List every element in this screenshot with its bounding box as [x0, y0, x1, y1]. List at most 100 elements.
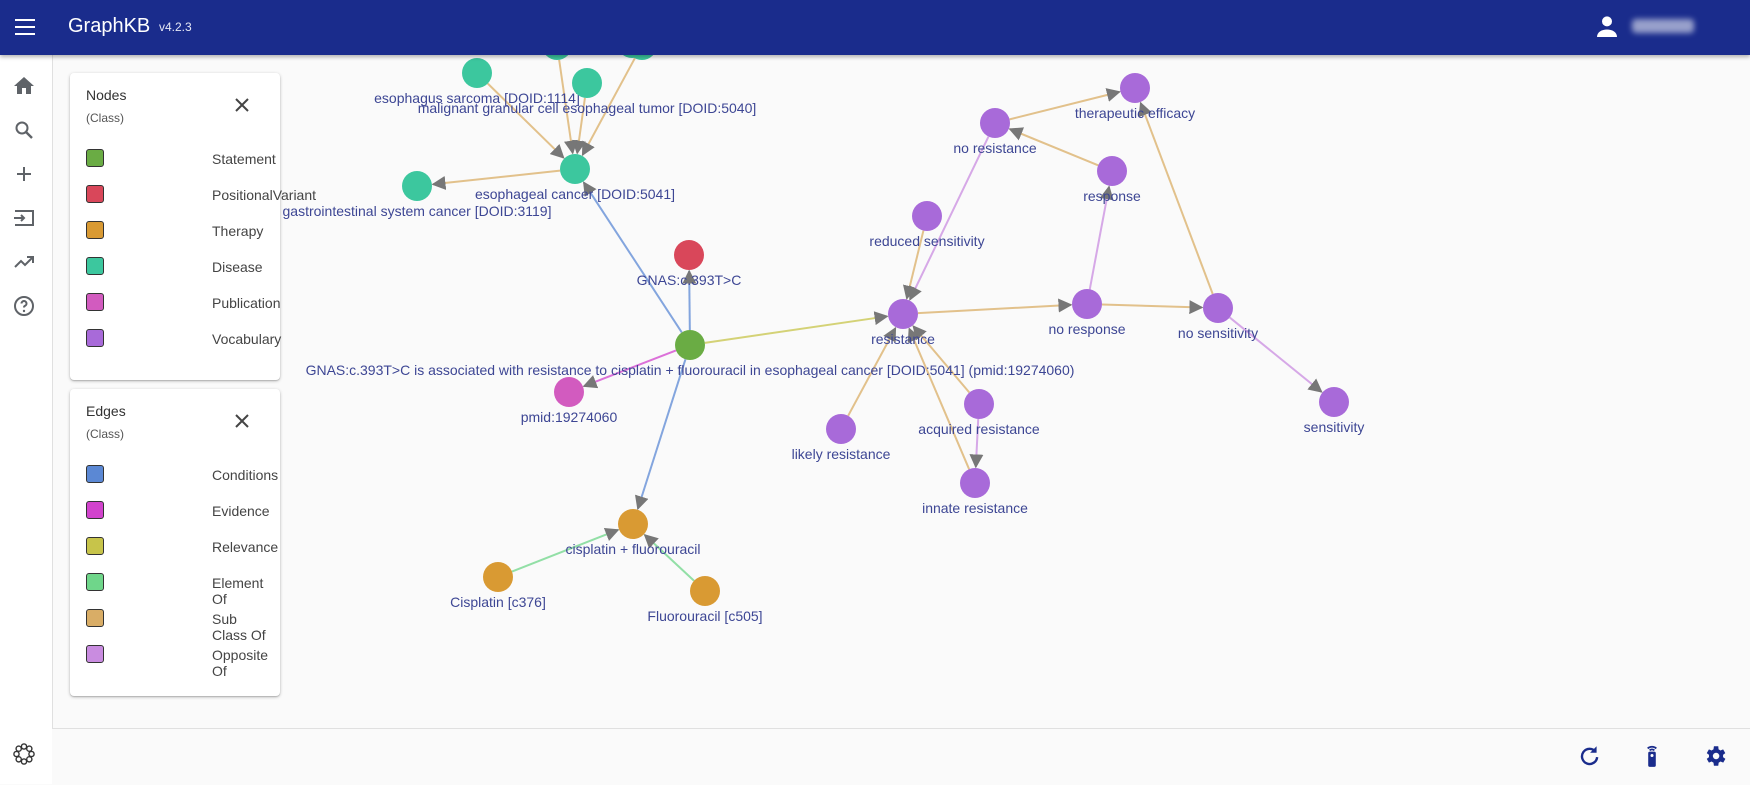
app-bar: GraphKB v4.2.3 — [0, 0, 1750, 55]
graph-node-label: resistance — [871, 331, 935, 347]
legend-swatch — [86, 185, 104, 203]
legend-item-evidence: Evidence — [86, 501, 270, 521]
app-version: v4.2.3 — [159, 20, 192, 34]
graph-node-label: response — [1083, 188, 1141, 204]
graph-node-vocabulary[interactable]: acquired resistance — [918, 389, 1040, 437]
graph-node-circle[interactable] — [462, 58, 492, 88]
edges-legend-subtitle: (Class) — [86, 427, 124, 441]
graph-node-circle[interactable] — [483, 562, 513, 592]
graph-node-circle[interactable] — [572, 68, 602, 98]
trending-up-icon[interactable] — [12, 250, 36, 274]
legend-item-label: Opposite Of — [212, 647, 269, 679]
legend-item-relevance: Relevance — [86, 537, 278, 557]
graph-node-label: esophageal cancer [DOID:5041] — [475, 186, 675, 202]
graph-node-circle[interactable] — [1097, 156, 1127, 186]
graph-node-circle[interactable] — [888, 299, 918, 329]
graph-node-therapy[interactable]: Cisplatin [c376] — [450, 562, 546, 610]
graph-node-circle[interactable] — [960, 468, 990, 498]
graph-node-vocabulary[interactable]: likely resistance — [792, 414, 891, 462]
user-menu-button[interactable] — [1592, 12, 1712, 42]
graph-node-therapy[interactable]: cisplatin + fluorouracil — [565, 509, 701, 557]
graph-node-circle[interactable] — [675, 330, 705, 360]
graph-node-vocabulary[interactable]: reduced sensitivity — [869, 201, 985, 249]
graph-node-label: no resistance — [953, 140, 1036, 156]
graph-node-circle[interactable] — [618, 509, 648, 539]
legend-item-label: Evidence — [212, 503, 270, 519]
graph-node-vocabulary[interactable]: therapeutic efficacy — [1075, 73, 1195, 121]
legend-item-label: Element Of — [212, 575, 264, 607]
legend-item-positionalvariant: PositionalVariant — [86, 185, 316, 205]
graph-node-circle[interactable] — [964, 389, 994, 419]
graph-edge-sub-class-of[interactable] — [1101, 300, 1204, 315]
gear-icon[interactable] — [1702, 743, 1728, 769]
graph-node-label: pmid:19274060 — [521, 409, 618, 425]
menu-icon[interactable] — [10, 12, 40, 42]
settings-flower-icon[interactable] — [12, 742, 36, 766]
close-icon[interactable] — [230, 409, 254, 433]
graph-node-disease[interactable]: esophageal cancer [DOID:5041] — [475, 154, 675, 202]
graph-edge-relevance[interactable] — [704, 311, 889, 344]
graph-node-vocabulary[interactable]: sensitivity — [1304, 387, 1365, 435]
graph-node-circle[interactable] — [826, 414, 856, 444]
graph-node-circle[interactable] — [1203, 293, 1233, 323]
close-icon[interactable] — [230, 93, 254, 117]
graph-node-circle[interactable] — [1120, 73, 1150, 103]
legend-item-label: Vocabulary — [212, 331, 282, 347]
legend-item-vocabulary: Vocabulary — [86, 329, 281, 349]
graph-node-vocabulary[interactable]: innate resistance — [922, 468, 1028, 516]
legend-item-label: PositionalVariant — [212, 187, 317, 203]
graph-node-circle[interactable] — [980, 108, 1010, 138]
search-icon[interactable] — [12, 118, 36, 142]
legend-item-label: Relevance — [212, 539, 279, 555]
graph-node-positionalvariant[interactable]: GNAS:c.393T>C — [637, 240, 742, 288]
input-icon[interactable] — [12, 206, 36, 230]
graph-edge-sub-class-of[interactable] — [1138, 101, 1214, 295]
sidebar — [0, 55, 53, 784]
refresh-icon[interactable] — [1576, 743, 1602, 769]
graph-edge-sub-class-of[interactable] — [917, 298, 1073, 315]
legend-swatch — [86, 609, 104, 627]
graph-node-circle[interactable] — [560, 154, 590, 184]
graph-edge-conditions[interactable] — [582, 181, 683, 333]
app-title: GraphKB — [68, 15, 151, 37]
graph-node-circle[interactable] — [542, 55, 572, 60]
graph-node-label: therapeutic efficacy — [1075, 105, 1195, 121]
account-icon — [1597, 16, 1617, 37]
graph-node-statement[interactable]: GNAS:c.393T>C is associated with resista… — [306, 330, 1075, 378]
graph-node-vocabulary[interactable]: resistance — [871, 299, 935, 347]
edges-legend: Edges (Class) Conditions Evidence Releva… — [70, 389, 280, 696]
graph-node-circle[interactable] — [912, 201, 942, 231]
graph-node-circle[interactable] — [1319, 387, 1349, 417]
add-icon[interactable] — [12, 162, 36, 186]
graph-node-label: cisplatin + fluorouracil — [565, 541, 700, 557]
graph-node-disease[interactable] — [542, 55, 572, 60]
legend-item-label: Publication — [212, 295, 281, 311]
help-icon[interactable] — [12, 294, 36, 318]
home-icon[interactable] — [12, 74, 36, 98]
graph-node-circle[interactable] — [554, 377, 584, 407]
graph-node-label: Fluorouracil [c505] — [647, 608, 762, 624]
legend-swatch — [86, 329, 104, 347]
graph-node-circle[interactable] — [690, 576, 720, 606]
legend-swatch — [86, 501, 104, 519]
graph-node-circle[interactable] — [674, 240, 704, 270]
graph-node-vocabulary[interactable]: no response — [1048, 289, 1126, 337]
graph-node-disease[interactable]: esophagus sarcoma [DOID:1114] — [374, 58, 580, 106]
graph-node-vocabulary[interactable]: no sensitivity — [1178, 293, 1258, 341]
legend-swatch — [86, 465, 104, 483]
graph-node-therapy[interactable]: Fluorouracil [c505] — [647, 576, 763, 624]
graph-node-label: sensitivity — [1304, 419, 1365, 435]
graph-edge-conditions[interactable] — [635, 358, 687, 511]
legend-item-publication: Publication — [86, 293, 281, 313]
legend-item-label: Therapy — [212, 223, 264, 239]
graph-canvas[interactable]: esophagus sarcoma [DOID:1114]malignant g… — [52, 55, 1750, 728]
graph-node-publication[interactable]: pmid:19274060 — [521, 377, 618, 425]
remote-icon[interactable] — [1639, 743, 1665, 769]
graph-node-circle[interactable] — [1072, 289, 1102, 319]
edges-layer — [431, 57, 1323, 582]
legend-swatch — [86, 293, 104, 311]
graph-node-circle[interactable] — [402, 171, 432, 201]
legend-item-sub-class-of: Sub Class Of — [86, 609, 266, 643]
graph-edge-sub-class-of[interactable] — [431, 169, 561, 190]
graph-edge-sub-class-of[interactable] — [907, 327, 971, 470]
